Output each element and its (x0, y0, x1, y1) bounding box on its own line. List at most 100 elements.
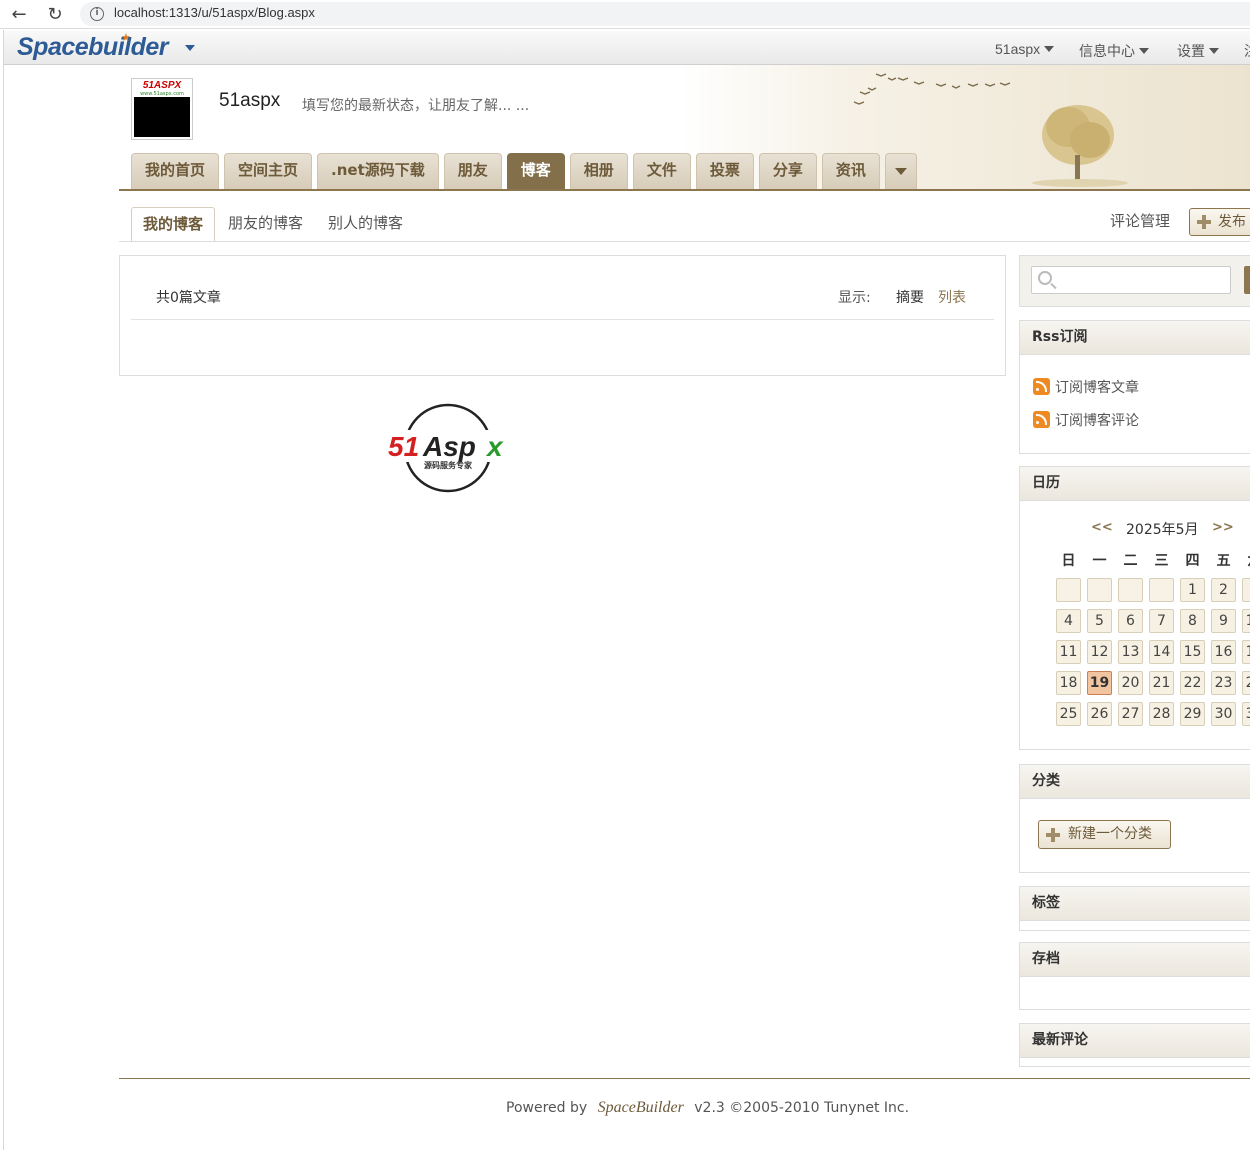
tab-more[interactable] (884, 153, 917, 189)
info-icon[interactable]: i (90, 7, 104, 21)
status-prompt[interactable]: 填写您的最新状态，让朋友了解... ... (302, 95, 529, 115)
menu-settings[interactable]: 设置 (1177, 41, 1219, 61)
menu-info-center[interactable]: 信息中心 (1079, 41, 1149, 61)
calendar-day[interactable]: 6 (1118, 609, 1143, 633)
browser-toolbar: ← ↻ i localhost:1313/u/51aspx/Blog.aspx (0, 0, 1250, 29)
calendar-day[interactable]: 20 (1118, 671, 1143, 695)
rss-icon (1033, 411, 1050, 428)
calendar-day[interactable]: 29 (1180, 702, 1205, 726)
publish-label: 发布 (1218, 214, 1246, 230)
subtab-friends-blog[interactable]: 朋友的博客 (228, 207, 303, 242)
spacebuilder-logo[interactable]: Spacebuilder (17, 33, 169, 62)
back-arrow-icon[interactable]: ← (8, 3, 30, 25)
footer: Powered by SpaceBuilder v2.3 ©2005-2010 … (506, 1099, 909, 1117)
calendar-day[interactable]: 11 (1056, 640, 1081, 664)
publish-button[interactable]: 发布 (1189, 208, 1250, 236)
footer-divider (119, 1078, 1250, 1079)
calendar-day[interactable]: 28 (1149, 702, 1174, 726)
avatar-sub-text: www.51aspx.com (134, 91, 190, 97)
rss-item-comments[interactable]: 订阅博客评论 (1033, 410, 1139, 430)
tab-friends[interactable]: 朋友 (443, 153, 502, 189)
calendar-day[interactable]: 8 (1180, 609, 1205, 633)
tab-divider (119, 189, 1250, 191)
footer-brand-link[interactable]: SpaceBuilder (598, 1099, 684, 1116)
calendar-day[interactable]: 17 (1242, 640, 1250, 664)
51aspx-logo: 51 Asp x 源码服务专家 (385, 403, 515, 493)
calendar-day[interactable]: 21 (1149, 671, 1174, 695)
calendar-day[interactable]: 24 (1242, 671, 1250, 695)
tab-vote[interactable]: 投票 (695, 153, 754, 189)
new-category-label: 新建一个分类 (1068, 826, 1152, 842)
tab-files[interactable]: 文件 (632, 153, 691, 189)
calendar-day[interactable]: 25 (1056, 702, 1081, 726)
calendar-title: 日历 (1020, 467, 1250, 501)
logo-star-icon: ★ (121, 31, 131, 44)
calendar-day[interactable]: 13 (1118, 640, 1143, 664)
calendar-day[interactable]: 7 (1149, 609, 1174, 633)
tab-album[interactable]: 相册 (569, 153, 628, 189)
sidebar-recent-comments: 最新评论 (1019, 1023, 1250, 1067)
menu-logout[interactable]: 注 (1244, 41, 1250, 61)
tab-space-home[interactable]: 空间主页 (224, 153, 313, 189)
logo-dropdown-caret-icon[interactable] (185, 45, 195, 51)
search-button[interactable] (1244, 266, 1250, 294)
avatar-image: 51ASPX www.51aspx.com (134, 81, 190, 137)
calendar-day[interactable]: 10 (1242, 609, 1250, 633)
calendar-day[interactable]: 9 (1211, 609, 1236, 633)
new-category-button[interactable]: 新建一个分类 (1038, 820, 1171, 849)
tab-news[interactable]: 资讯 (821, 153, 880, 189)
rss-item-articles[interactable]: 订阅博客文章 (1033, 377, 1139, 397)
username[interactable]: 51aspx (219, 90, 280, 112)
reload-icon[interactable]: ↻ (44, 3, 66, 25)
calendar-day[interactable]: 26 (1087, 702, 1112, 726)
avatar[interactable]: 51ASPX www.51aspx.com (131, 78, 193, 140)
calendar-day[interactable]: 4 (1056, 609, 1081, 633)
subtab-others-blog[interactable]: 别人的博客 (328, 207, 403, 242)
sidebar-rss: Rss订阅 订阅博客文章 订阅博客评论 (1019, 320, 1250, 454)
calendar-day[interactable]: 31 (1242, 702, 1250, 726)
calendar-weekday: 一 (1092, 553, 1107, 569)
subtab-my-blog[interactable]: 我的博客 (131, 207, 215, 242)
menu-settings-label: 设置 (1177, 43, 1205, 59)
rss-title: Rss订阅 (1020, 321, 1250, 355)
calendar-day[interactable]: 19 (1087, 671, 1112, 695)
birds-illustration (853, 73, 1011, 105)
calendar-day[interactable]: 18 (1056, 671, 1081, 695)
calendar-weekday: 三 (1154, 553, 1169, 569)
calendar-month: 2025年5月 (1126, 522, 1199, 538)
calendar-day[interactable]: 2 (1211, 578, 1236, 602)
tab-net-source[interactable]: .net源码下载 (317, 153, 439, 189)
calendar-day[interactable]: 5 (1087, 609, 1112, 633)
calendar-next-month[interactable]: >> (1212, 520, 1234, 535)
sidebar-tags: 标签 (1019, 886, 1250, 931)
calendar-day[interactable]: 27 (1118, 702, 1143, 726)
tab-my-home[interactable]: 我的首页 (131, 153, 220, 189)
tags-title: 标签 (1020, 887, 1250, 921)
calendar-day[interactable]: 1 (1180, 578, 1205, 602)
calendar-day[interactable]: 23 (1211, 671, 1236, 695)
subtab-divider (119, 241, 1250, 242)
calendar-day[interactable]: 15 (1180, 640, 1205, 664)
comment-management-link[interactable]: 评论管理 (1110, 210, 1170, 231)
calendar-day[interactable]: 3 (1242, 578, 1250, 602)
url-text[interactable]: localhost:1313/u/51aspx/Blog.aspx (114, 5, 315, 20)
calendar-day[interactable]: 22 (1180, 671, 1205, 695)
tab-blog[interactable]: 博客 (506, 153, 565, 190)
chevron-down-icon (1044, 46, 1055, 52)
calendar-prev-month[interactable]: << (1091, 520, 1113, 535)
calendar-empty-cell (1056, 578, 1081, 602)
address-bar[interactable]: i localhost:1313/u/51aspx/Blog.aspx (80, 2, 1250, 26)
calendar-empty-cell (1118, 578, 1143, 602)
menu-user[interactable]: 51aspx (995, 41, 1055, 57)
calendar-day[interactable]: 14 (1149, 640, 1174, 664)
calendar-day[interactable]: 16 (1211, 640, 1236, 664)
sidebar-category: 分类 新建一个分类 (1019, 764, 1250, 873)
search-input[interactable] (1031, 266, 1231, 294)
tab-share[interactable]: 分享 (758, 153, 817, 189)
calendar-day[interactable]: 30 (1211, 702, 1236, 726)
svg-text:Asp: Asp (422, 431, 476, 462)
article-count: 共0篇文章 (156, 290, 221, 306)
calendar-day[interactable]: 12 (1087, 640, 1112, 664)
display-summary-option[interactable]: 摘要 (896, 287, 924, 307)
display-list-option[interactable]: 列表 (938, 287, 966, 307)
